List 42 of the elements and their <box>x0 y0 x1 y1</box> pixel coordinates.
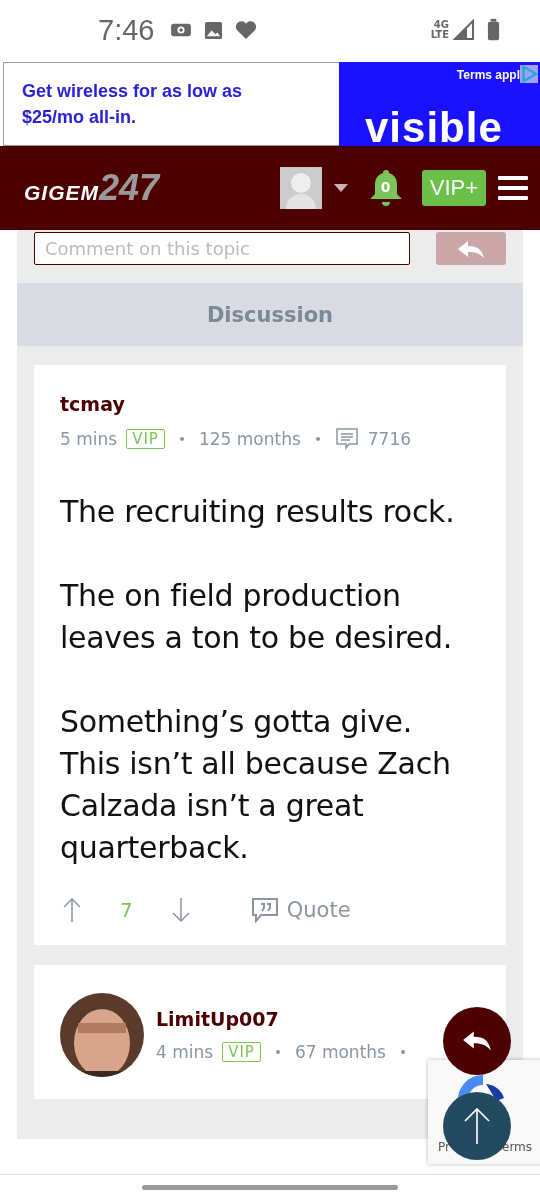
battery-icon <box>487 18 500 42</box>
ad-terms: Terms appl <box>456 68 520 82</box>
radio-icon <box>170 21 193 39</box>
author-name[interactable]: tcmay <box>60 393 412 415</box>
separator-dot <box>400 1050 405 1054</box>
status-time: 7:46 <box>98 13 155 47</box>
terms-link[interactable]: erms <box>502 1140 533 1154</box>
menu-icon[interactable] <box>498 175 528 201</box>
downvote-icon[interactable] <box>170 897 191 923</box>
section-title: Discussion <box>206 302 334 327</box>
post-time: 4 mins <box>156 1042 214 1062</box>
upvote-icon[interactable] <box>62 897 82 923</box>
post-paragraph: The on field production leaves a ton to be desired. <box>60 577 453 657</box>
comment-field[interactable]: Comment on this topic <box>34 232 410 265</box>
reply-icon <box>456 238 486 259</box>
image-icon <box>204 20 224 40</box>
vip-badge: VIP <box>222 1042 261 1062</box>
separator-dot <box>315 437 320 441</box>
site-logo[interactable]: GIGEM247 <box>24 167 268 209</box>
signal-icon <box>453 19 475 41</box>
quote-icon <box>250 897 279 923</box>
vote-count: 7 <box>120 898 133 922</box>
member-tenure: 67 months <box>294 1042 386 1062</box>
avatar-icon[interactable] <box>279 167 322 209</box>
separator-dot <box>275 1050 280 1054</box>
ad-brand: visible <box>365 104 503 146</box>
separator-dot <box>179 437 184 441</box>
post-time: 5 mins <box>60 429 118 449</box>
post-paragraph: The recruiting results rock. <box>60 493 456 531</box>
post-paragraph: Something’s gotta give. This isn’t all because Zach Calzada isn’t a great quarterback. <box>60 703 452 867</box>
arrow-up-icon <box>462 1106 492 1146</box>
post-count: 7716 <box>367 429 412 449</box>
heart-icon <box>235 20 258 40</box>
message-icon <box>334 427 359 451</box>
home-handle[interactable] <box>142 1185 398 1190</box>
author-name[interactable]: LimitUp007 <box>156 1008 411 1030</box>
ad-text: Get wireless for as low as $25/mo all-in. <box>22 80 244 129</box>
caret-icon[interactable] <box>333 184 348 192</box>
member-tenure: 125 months <box>198 429 301 449</box>
vip-badge: VIP <box>126 429 165 449</box>
privacy-link[interactable]: Pr <box>438 1140 450 1154</box>
network-label: 4G LTE <box>429 20 449 40</box>
